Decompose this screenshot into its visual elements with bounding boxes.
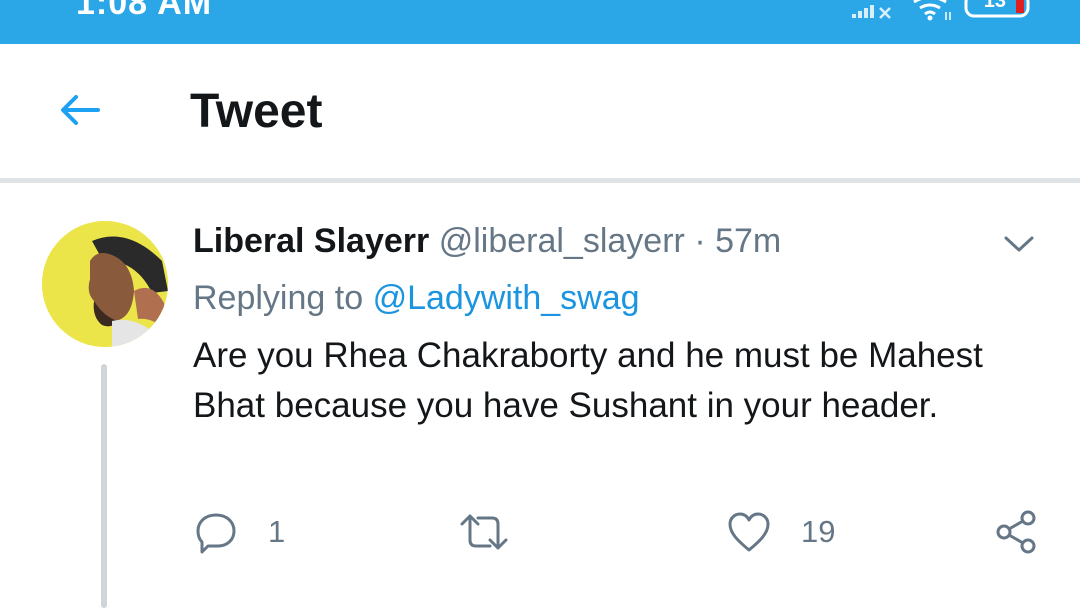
heart-icon xyxy=(728,512,770,552)
avatar[interactable] xyxy=(42,221,168,347)
replying-to: Replying to @Ladywith_swag xyxy=(193,279,640,318)
display-name[interactable]: Liberal Slayerr xyxy=(193,222,429,260)
battery-level: 13 xyxy=(983,0,1006,12)
tweet-time[interactable]: 57m xyxy=(715,222,781,260)
replying-to-link[interactable]: @Ladywith_swag xyxy=(373,279,640,317)
tweet-text: Are you Rhea Chakraborty and he must be … xyxy=(193,336,983,425)
arrow-left-icon xyxy=(61,95,100,125)
signal-icon xyxy=(852,5,891,19)
replying-to-label: Replying to xyxy=(193,279,364,317)
header-divider xyxy=(0,178,1080,183)
tweet-header: Liberal Slayerr @liberal_slayerr · 57m xyxy=(193,222,781,261)
app-header: Tweet xyxy=(0,44,1080,182)
reply-count: 1 xyxy=(268,514,286,549)
separator-dot: · xyxy=(694,222,706,260)
avatar-photo xyxy=(42,221,168,347)
page-title: Tweet xyxy=(190,85,323,138)
retweet-button[interactable] xyxy=(458,504,540,560)
chevron-down-icon xyxy=(1004,236,1034,252)
wifi-icon xyxy=(913,0,951,21)
back-button[interactable] xyxy=(56,90,104,130)
share-button[interactable] xyxy=(994,504,1038,560)
status-time: 1:08 AM xyxy=(76,0,213,22)
thread-line xyxy=(101,364,107,608)
reply-button[interactable]: 1 xyxy=(194,504,285,560)
tweet-menu-button[interactable] xyxy=(1002,232,1036,256)
status-bar: 1:08 AM 13 xyxy=(0,0,1080,44)
share-icon xyxy=(996,510,1036,554)
tweet-actions: 1 19 xyxy=(0,504,1080,560)
tweet[interactable]: Liberal Slayerr @liberal_slayerr · 57m R… xyxy=(0,184,1080,608)
like-button[interactable]: 19 xyxy=(727,504,835,560)
reply-icon xyxy=(196,513,236,554)
user-handle[interactable]: @liberal_slayerr xyxy=(439,222,685,260)
like-count: 19 xyxy=(801,514,836,549)
retweet-icon xyxy=(460,514,508,550)
